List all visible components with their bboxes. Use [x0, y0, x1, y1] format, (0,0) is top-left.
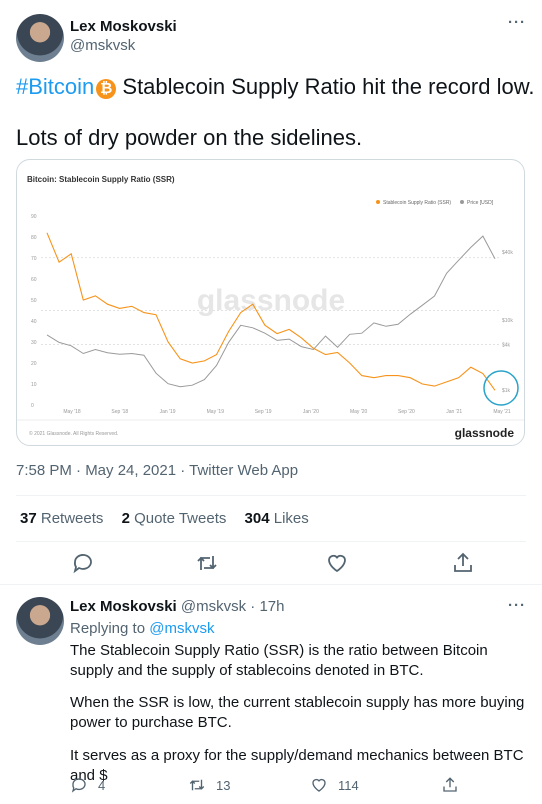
y-left-tick-label: 30: [31, 340, 37, 346]
x-tick-label: Jan '19: [160, 409, 176, 415]
bitcoin-icon: ₿: [96, 79, 117, 99]
tweet-line-1: Stablecoin Supply Ratio hit the record l…: [116, 74, 535, 99]
author-name[interactable]: Lex Moskovski: [70, 18, 177, 35]
replying-to: Replying to @mskvsk: [70, 620, 215, 637]
reply-paragraph-1: The Stablecoin Supply Ratio (SSR) is the…: [70, 642, 488, 679]
highlight-circle: [483, 370, 519, 406]
like-icon[interactable]: [325, 551, 349, 575]
x-tick-label: Sep '20: [398, 409, 415, 415]
reply-likes-action[interactable]: 114: [310, 776, 359, 794]
y-right-tick-label: $1k: [502, 388, 511, 394]
y-right-tick-label: $4k: [502, 343, 511, 349]
legend-ssr: Stablecoin Supply Ratio (SSR): [383, 200, 451, 206]
reply-more-options-icon[interactable]: ···: [508, 597, 526, 614]
retweets-stat[interactable]: 37 Retweets: [20, 510, 103, 527]
x-tick-label: May '18: [63, 409, 81, 415]
x-tick-label: Jan '20: [303, 409, 319, 415]
tweet-timestamp[interactable]: 7:58 PM · May 24, 2021 · Twitter Web App: [16, 462, 298, 479]
y-left-tick-label: 0: [31, 403, 34, 409]
reply-header: Lex Moskovski @mskvsk · 17h: [70, 598, 284, 615]
legend-price: Price [USD]: [467, 200, 494, 206]
y-left-tick-label: 80: [31, 235, 37, 241]
divider: [0, 584, 542, 585]
reply-icon[interactable]: [71, 551, 95, 575]
glassnode-logo: glassnode: [455, 426, 515, 440]
tweet-text: #Bitcoin ₿ Stablecoin Supply Ratio hit th…: [16, 73, 536, 101]
reply-avatar[interactable]: [16, 597, 64, 645]
reply-paragraph-3: It serves as a proxy for the supply/dema…: [70, 747, 524, 784]
divider: [16, 541, 526, 542]
replying-to-link[interactable]: @mskvsk: [149, 620, 214, 637]
x-tick-label: May '21: [493, 409, 511, 415]
chart-title: Bitcoin: Stablecoin Supply Ratio (SSR): [27, 175, 175, 184]
chart-card[interactable]: Bitcoin: Stablecoin Supply Ratio (SSR) S…: [16, 159, 525, 446]
x-tick-label: Sep '19: [255, 409, 272, 415]
reply-icon: [71, 778, 86, 793]
y-left-tick-label: 10: [31, 382, 37, 388]
reply-author-name[interactable]: Lex Moskovski: [70, 598, 177, 615]
reply-replies-action[interactable]: 4: [70, 776, 105, 794]
tweet-line-2: Lots of dry powder on the sidelines.: [16, 125, 363, 150]
legend-price-swatch: [460, 200, 464, 204]
y-left-tick-label: 60: [31, 277, 37, 283]
y-left-tick-label: 40: [31, 319, 37, 325]
reply-share-icon[interactable]: [441, 776, 459, 794]
y-right-tick-label: $40k: [502, 250, 513, 256]
hashtag-bitcoin[interactable]: #Bitcoin: [16, 74, 94, 99]
y-left-tick-label: 70: [31, 256, 37, 262]
y-left-tick-label: 50: [31, 298, 37, 304]
reply-paragraph-2: When the SSR is low, the current stablec…: [70, 694, 525, 731]
y-left-tick-label: 90: [31, 214, 37, 220]
y-right-tick-label: $10k: [502, 318, 513, 324]
reply-retweets-action[interactable]: 13: [188, 776, 230, 794]
share-icon[interactable]: [451, 551, 475, 575]
avatar[interactable]: [16, 14, 64, 62]
chart-watermark: glassnode: [197, 284, 345, 317]
x-tick-label: Jan '21: [446, 409, 462, 415]
more-options-icon[interactable]: ···: [508, 14, 526, 31]
engagement-stats: 37 Retweets 2 Quote Tweets 304 Likes: [20, 510, 309, 527]
x-tick-label: May '19: [207, 409, 225, 415]
quote-tweets-stat[interactable]: 2 Quote Tweets: [122, 510, 227, 527]
legend-ssr-swatch: [376, 200, 380, 204]
x-tick-label: May '20: [350, 409, 368, 415]
chart: Bitcoin: Stablecoin Supply Ratio (SSR) S…: [17, 175, 524, 440]
likes-stat[interactable]: 304 Likes: [245, 510, 309, 527]
reply-handle-time[interactable]: @mskvsk · 17h: [181, 598, 285, 615]
chart-copyright: © 2021 Glassnode. All Rights Reserved.: [29, 430, 118, 437]
author-handle[interactable]: @mskvsk: [70, 37, 135, 54]
divider: [16, 495, 526, 496]
like-icon: [312, 778, 326, 792]
retweet-icon[interactable]: [195, 551, 219, 575]
x-tick-label: Sep '18: [111, 409, 128, 415]
retweet-icon: [189, 779, 205, 791]
y-left-tick-label: 20: [31, 361, 37, 367]
